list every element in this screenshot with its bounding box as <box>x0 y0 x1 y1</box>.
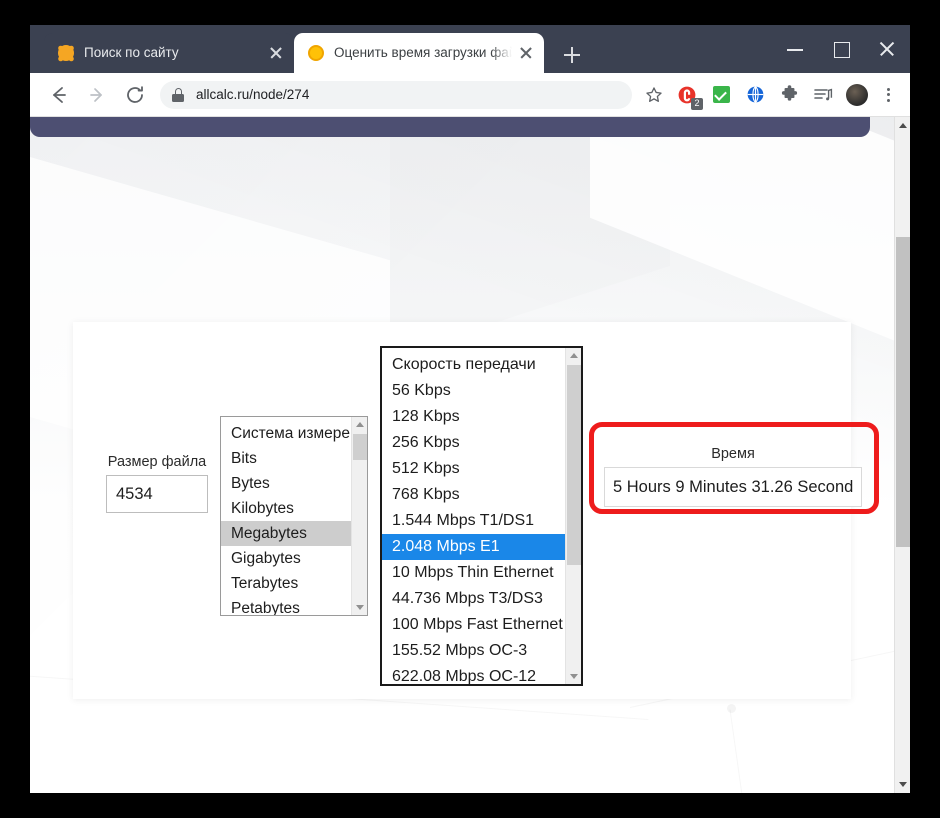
list-item[interactable]: 768 Kbps <box>382 482 565 508</box>
list-item[interactable]: 155.52 Mbps OC-3 <box>382 638 565 664</box>
list-item[interactable]: 128 Kbps <box>382 404 565 430</box>
scrollbar-thumb[interactable] <box>353 434 367 460</box>
list-item[interactable]: 100 Mbps Fast Ethernet <box>382 612 565 638</box>
list-item-selected[interactable]: Megabytes <box>221 521 351 546</box>
transfer-speed-listbox[interactable]: Скорость передачи 56 Kbps 128 Kbps 256 K… <box>380 346 583 686</box>
profile-avatar[interactable] <box>846 83 868 106</box>
list-item[interactable]: 256 Kbps <box>382 430 565 456</box>
star-icon[interactable] <box>640 81 668 109</box>
list-item[interactable]: 622.08 Mbps OC-12 <box>382 664 565 684</box>
three-dot-menu-icon[interactable] <box>876 83 900 107</box>
page-viewport: Размер файла Система измере Bits Bytes K… <box>30 117 910 793</box>
result-label: Время <box>711 446 755 462</box>
browser-toolbar: allcalc.ru/node/274 2 <box>30 73 910 117</box>
list-item[interactable]: Gigabytes <box>221 546 351 571</box>
list-item[interactable]: Terabytes <box>221 571 351 596</box>
reload-icon[interactable] <box>120 80 150 110</box>
file-size-field: Размер файла <box>106 454 208 513</box>
tab-close-icon[interactable] <box>516 43 536 63</box>
list-item-selected[interactable]: 2.048 Mbps E1 <box>382 534 565 560</box>
new-tab-button[interactable] <box>558 41 586 69</box>
minimize-button[interactable] <box>772 25 818 73</box>
address-bar[interactable]: allcalc.ru/node/274 <box>160 80 632 109</box>
orange-circle-icon <box>308 45 324 61</box>
units-listbox[interactable]: Система измере Bits Bytes Kilobytes Mega… <box>220 416 368 616</box>
scrollbar-thumb[interactable] <box>567 365 581 565</box>
background-network-node <box>727 704 736 713</box>
scroll-down-arrow-icon[interactable] <box>352 599 367 615</box>
list-item[interactable]: 512 Kbps <box>382 456 565 482</box>
list-item[interactable]: Petabytes <box>221 596 351 615</box>
page-scrollbar-thumb[interactable] <box>896 237 910 547</box>
list-item[interactable]: Kilobytes <box>221 496 351 521</box>
close-button[interactable] <box>864 25 910 73</box>
extension-badge-count: 2 <box>691 97 703 110</box>
puzzle-extensions-icon[interactable] <box>776 82 802 108</box>
scroll-up-arrow-icon[interactable] <box>352 417 367 433</box>
back-arrow-icon[interactable] <box>44 80 74 110</box>
units-listbox-scrollbar[interactable] <box>351 417 367 615</box>
orange-flower-icon <box>58 45 74 61</box>
list-item[interactable]: Скорость передачи <box>382 352 565 378</box>
file-size-label: Размер файла <box>107 454 207 470</box>
scroll-down-arrow-icon[interactable] <box>895 776 910 793</box>
lock-icon <box>172 87 184 102</box>
forward-arrow-icon <box>82 80 112 110</box>
list-item[interactable]: Bytes <box>221 471 351 496</box>
tab-strip: Поиск по сайту Оценить время загрузки фа… <box>30 25 910 73</box>
browser-tab-2[interactable]: Оценить время загрузки файла <box>294 33 544 73</box>
result-value-input[interactable] <box>604 467 862 507</box>
site-header-bar <box>30 117 870 137</box>
background-polygon <box>590 117 910 347</box>
transfer-speed-listbox-scrollbar[interactable] <box>565 348 581 684</box>
adblock-extension-icon[interactable]: 2 <box>674 82 703 110</box>
calculator-card: Размер файла Система измере Bits Bytes K… <box>73 322 879 699</box>
background-network-line <box>730 709 748 793</box>
tab-title: Оценить время загрузки файла <box>334 45 512 60</box>
list-item[interactable]: 56 Kbps <box>382 378 565 404</box>
window-controls <box>772 25 910 73</box>
scroll-up-arrow-icon[interactable] <box>895 117 910 134</box>
maximize-button[interactable] <box>818 25 864 73</box>
tab-close-icon[interactable] <box>266 43 286 63</box>
address-bar-url: allcalc.ru/node/274 <box>196 87 310 102</box>
scroll-up-arrow-icon[interactable] <box>566 348 581 364</box>
tab-title: Поиск по сайту <box>84 45 179 60</box>
list-item[interactable]: 44.736 Mbps T3/DS3 <box>382 586 565 612</box>
list-item[interactable]: 1.544 Mbps T1/DS1 <box>382 508 565 534</box>
result-field: Время <box>604 446 862 507</box>
list-item[interactable]: Bits <box>221 446 351 471</box>
file-size-input[interactable] <box>106 475 208 513</box>
browser-tab-1[interactable]: Поиск по сайту <box>44 33 294 73</box>
globe-extension-icon[interactable] <box>742 82 768 108</box>
transfer-speed-options: Скорость передачи 56 Kbps 128 Kbps 256 K… <box>382 348 565 684</box>
scroll-down-arrow-icon[interactable] <box>566 668 581 684</box>
checkmark-extension-icon[interactable] <box>708 82 734 108</box>
list-item[interactable]: Система измере <box>221 421 351 446</box>
list-item[interactable]: 10 Mbps Thin Ethernet <box>382 560 565 586</box>
media-playlist-icon[interactable] <box>810 82 836 108</box>
page-scrollbar[interactable] <box>894 117 910 793</box>
screenshot-root: Поиск по сайту Оценить время загрузки фа… <box>0 0 940 818</box>
browser-window: Поиск по сайту Оценить время загрузки фа… <box>30 25 910 793</box>
units-options: Система измере Bits Bytes Kilobytes Mega… <box>221 417 351 615</box>
